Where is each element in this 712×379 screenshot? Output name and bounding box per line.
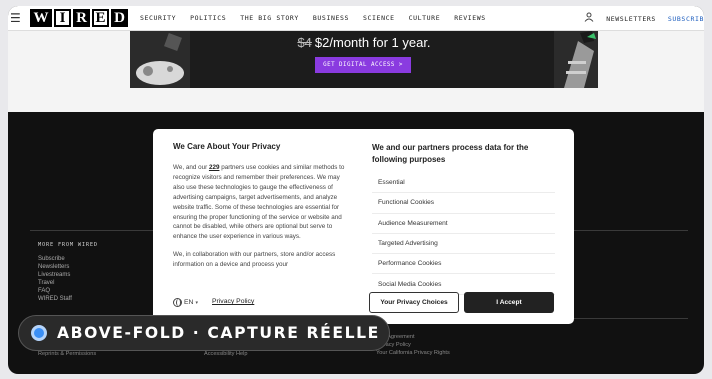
nav-link-big-story[interactable]: THE BIG STORY xyxy=(240,14,299,22)
language-selector[interactable]: EN ▾ xyxy=(173,298,198,307)
footer-link[interactable]: Subscribe xyxy=(38,255,72,263)
footer-link[interactable]: FAQ xyxy=(38,287,72,295)
promo-price: $4 $2/month for 1 year. xyxy=(130,35,598,50)
language-code: EN xyxy=(184,299,194,306)
new-price: $2/month for 1 year. xyxy=(314,35,431,50)
nav-link-politics[interactable]: POLITICS xyxy=(190,14,226,22)
purpose-audience[interactable]: Audience Measurement xyxy=(372,214,555,234)
globe-icon xyxy=(173,298,182,307)
footer-link[interactable]: Travel xyxy=(38,279,72,287)
privacy-choices-button[interactable]: Your Privacy Choices xyxy=(369,292,459,313)
cookie-consent-dialog: We Care About Your Privacy We, and our 2… xyxy=(153,129,574,324)
bottom-strip xyxy=(0,374,712,379)
capture-badge-label: ABOVE-FOLD · CAPTURE RÉELLE xyxy=(57,324,380,342)
accept-button[interactable]: I Accept xyxy=(464,292,554,313)
purpose-functional[interactable]: Functional Cookies xyxy=(372,193,555,214)
wired-logo[interactable]: W I R E D xyxy=(30,9,128,27)
purpose-targeted[interactable]: Targeted Advertising xyxy=(372,234,555,255)
logo-letter: I xyxy=(54,9,71,27)
subscribe-link[interactable]: SUBSCRIB xyxy=(668,15,704,23)
footer-link[interactable]: Newsletters xyxy=(38,263,72,271)
chevron-down-icon: ▾ xyxy=(195,299,198,306)
capture-badge: ABOVE-FOLD · CAPTURE RÉELLE xyxy=(18,315,390,351)
record-dot-icon xyxy=(31,325,47,341)
footer-link[interactable]: Your California Privacy Rights xyxy=(376,349,450,357)
purposes-title: We and our partners process data for the… xyxy=(372,143,529,164)
purpose-essential[interactable]: Essential xyxy=(372,173,555,194)
logo-letter: E xyxy=(92,9,109,27)
footer-link[interactable]: WIRED Staff xyxy=(38,295,72,303)
logo-letter: R xyxy=(73,9,90,27)
hamburger-icon[interactable]: ☰ xyxy=(10,11,24,25)
section-links: SECURITY POLITICS THE BIG STORY BUSINESS… xyxy=(140,14,486,22)
cookie-body-rest: partners use cookies and similar methods… xyxy=(173,164,345,241)
promo-banner: $4 $2/month for 1 year. GET DIGITAL ACCES… xyxy=(130,31,598,88)
cookie-body-second: We, in collaboration with our partners, … xyxy=(173,251,336,269)
footer-link-accessibility[interactable]: Accessibility Help xyxy=(204,350,248,358)
cookie-body-start: We, and our xyxy=(173,164,209,171)
top-nav: ☰ W I R E D SECURITY POLITICS THE BIG ST… xyxy=(8,6,704,31)
nav-link-business[interactable]: BUSINESS xyxy=(313,14,349,22)
get-digital-access-button[interactable]: GET DIGITAL ACCESS > xyxy=(315,57,411,73)
footer-link[interactable]: Livestreams xyxy=(38,271,72,279)
nav-link-security[interactable]: SECURITY xyxy=(140,14,176,22)
nav-link-culture[interactable]: CULTURE xyxy=(409,14,441,22)
logo-letter: W xyxy=(30,9,52,27)
newsletters-link[interactable]: NEWSLETTERS xyxy=(606,15,656,23)
more-from-wired-list: Subscribe Newsletters Livestreams Travel… xyxy=(38,255,72,303)
robot-illustration xyxy=(554,31,598,88)
more-from-wired-heading: MORE FROM WIRED xyxy=(38,242,98,248)
logo-letter: D xyxy=(111,9,128,27)
nav-link-reviews[interactable]: REVIEWS xyxy=(454,14,486,22)
cookie-body: We, and our 229 partners use cookies and… xyxy=(173,163,349,273)
cookie-purposes: We and our partners process data for the… xyxy=(372,142,555,295)
footer-link-reprints[interactable]: Reprints & Permissions xyxy=(38,350,96,358)
cookie-intro: We Care About Your Privacy We, and our 2… xyxy=(173,142,349,273)
privacy-policy-link[interactable]: Privacy Policy xyxy=(212,298,254,305)
nav-right: NEWSLETTERS SUBSCRIB xyxy=(584,6,704,31)
nav-link-science[interactable]: SCIENCE xyxy=(363,14,395,22)
old-price: $4 xyxy=(297,35,312,50)
user-icon[interactable] xyxy=(584,12,594,25)
cookie-title: We Care About Your Privacy xyxy=(173,142,281,151)
purpose-performance[interactable]: Performance Cookies xyxy=(372,254,555,275)
purpose-list: Essential Functional Cookies Audience Me… xyxy=(372,173,555,295)
partners-count-link[interactable]: 229 xyxy=(209,164,220,171)
